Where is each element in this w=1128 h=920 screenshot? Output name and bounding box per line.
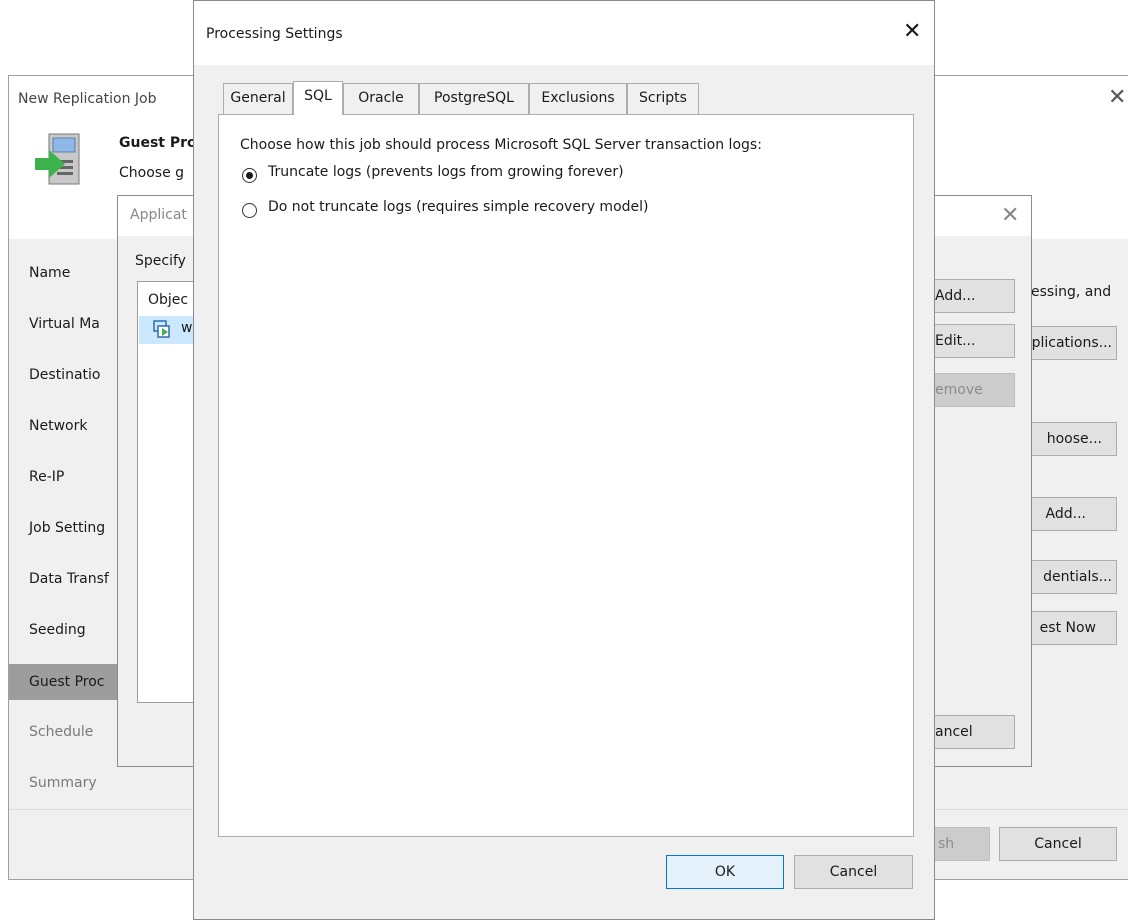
test-now-button[interactable]: est Now bbox=[1019, 611, 1117, 645]
choose-button[interactable]: hoose... bbox=[1019, 422, 1117, 456]
nav-item-guest-processing[interactable]: Guest Proc bbox=[9, 664, 127, 700]
no-truncate-logs-label[interactable]: Do not truncate logs (requires simple re… bbox=[268, 199, 649, 215]
close-icon[interactable]: ✕ bbox=[903, 21, 921, 43]
step-subtitle: Choose g bbox=[119, 165, 185, 181]
tab-exclusions[interactable]: Exclusions bbox=[529, 83, 627, 114]
nav-item-virtual-machines[interactable]: Virtual Ma bbox=[9, 306, 127, 342]
add-credentials-button[interactable]: Add... bbox=[1019, 497, 1117, 531]
tab-scripts[interactable]: Scripts bbox=[627, 83, 699, 114]
replication-wizard-icon bbox=[35, 132, 91, 188]
nav-item-name[interactable]: Name bbox=[9, 255, 127, 291]
credentials-button[interactable]: dentials... bbox=[1019, 560, 1117, 594]
close-icon[interactable]: ✕ bbox=[1108, 87, 1126, 109]
no-truncate-logs-option[interactable]: Do not truncate logs (requires simple re… bbox=[242, 198, 742, 222]
no-truncate-logs-radio[interactable] bbox=[242, 203, 257, 218]
tab-postgresql[interactable]: PostgreSQL bbox=[419, 83, 529, 114]
specify-label: Specify bbox=[135, 253, 186, 269]
dialog-title: Applicat bbox=[130, 207, 187, 223]
guest-processing-description: essing, and bbox=[1031, 284, 1112, 300]
settings-title: Processing Settings bbox=[206, 26, 343, 42]
object-column-header[interactable]: Objec bbox=[148, 292, 188, 308]
close-icon[interactable]: ✕ bbox=[1001, 205, 1019, 227]
tab-general[interactable]: General bbox=[223, 83, 293, 114]
applications-button[interactable]: plications... bbox=[1019, 326, 1117, 360]
tab-oracle[interactable]: Oracle bbox=[343, 83, 419, 114]
nav-item-network[interactable]: Network bbox=[9, 408, 127, 444]
object-row-label: w bbox=[181, 320, 193, 336]
nav-item-data-transfer[interactable]: Data Transf bbox=[9, 561, 127, 597]
wizard-cancel-button[interactable]: Cancel bbox=[999, 827, 1117, 861]
vm-icon bbox=[153, 319, 175, 343]
settings-cancel-button[interactable]: Cancel bbox=[794, 855, 913, 889]
tab-sql[interactable]: SQL bbox=[293, 81, 343, 115]
nav-item-schedule: Schedule bbox=[29, 724, 94, 740]
nav-item-re-ip[interactable]: Re-IP bbox=[9, 459, 127, 495]
truncate-logs-label[interactable]: Truncate logs (prevents logs from growin… bbox=[268, 164, 624, 180]
processing-settings-dialog: Processing Settings ✕ General SQL Oracle… bbox=[193, 0, 935, 920]
sql-tab-panel: Choose how this job should process Micro… bbox=[218, 114, 914, 837]
truncate-logs-option[interactable]: Truncate logs (prevents logs from growin… bbox=[242, 163, 722, 187]
nav-item-destination[interactable]: Destinatio bbox=[9, 357, 127, 393]
nav-item-summary: Summary bbox=[29, 775, 97, 791]
nav-item-job-settings[interactable]: Job Setting bbox=[9, 510, 127, 546]
ok-button[interactable]: OK bbox=[666, 855, 784, 889]
wizard-nav: Name Virtual Ma Destinatio Network Re-IP… bbox=[9, 255, 127, 795]
nav-item-seeding[interactable]: Seeding bbox=[9, 612, 127, 648]
window-title: New Replication Job bbox=[18, 91, 157, 107]
truncate-logs-radio[interactable] bbox=[242, 168, 257, 183]
step-title: Guest Pro bbox=[119, 135, 197, 151]
sql-prompt: Choose how this job should process Micro… bbox=[240, 137, 762, 153]
